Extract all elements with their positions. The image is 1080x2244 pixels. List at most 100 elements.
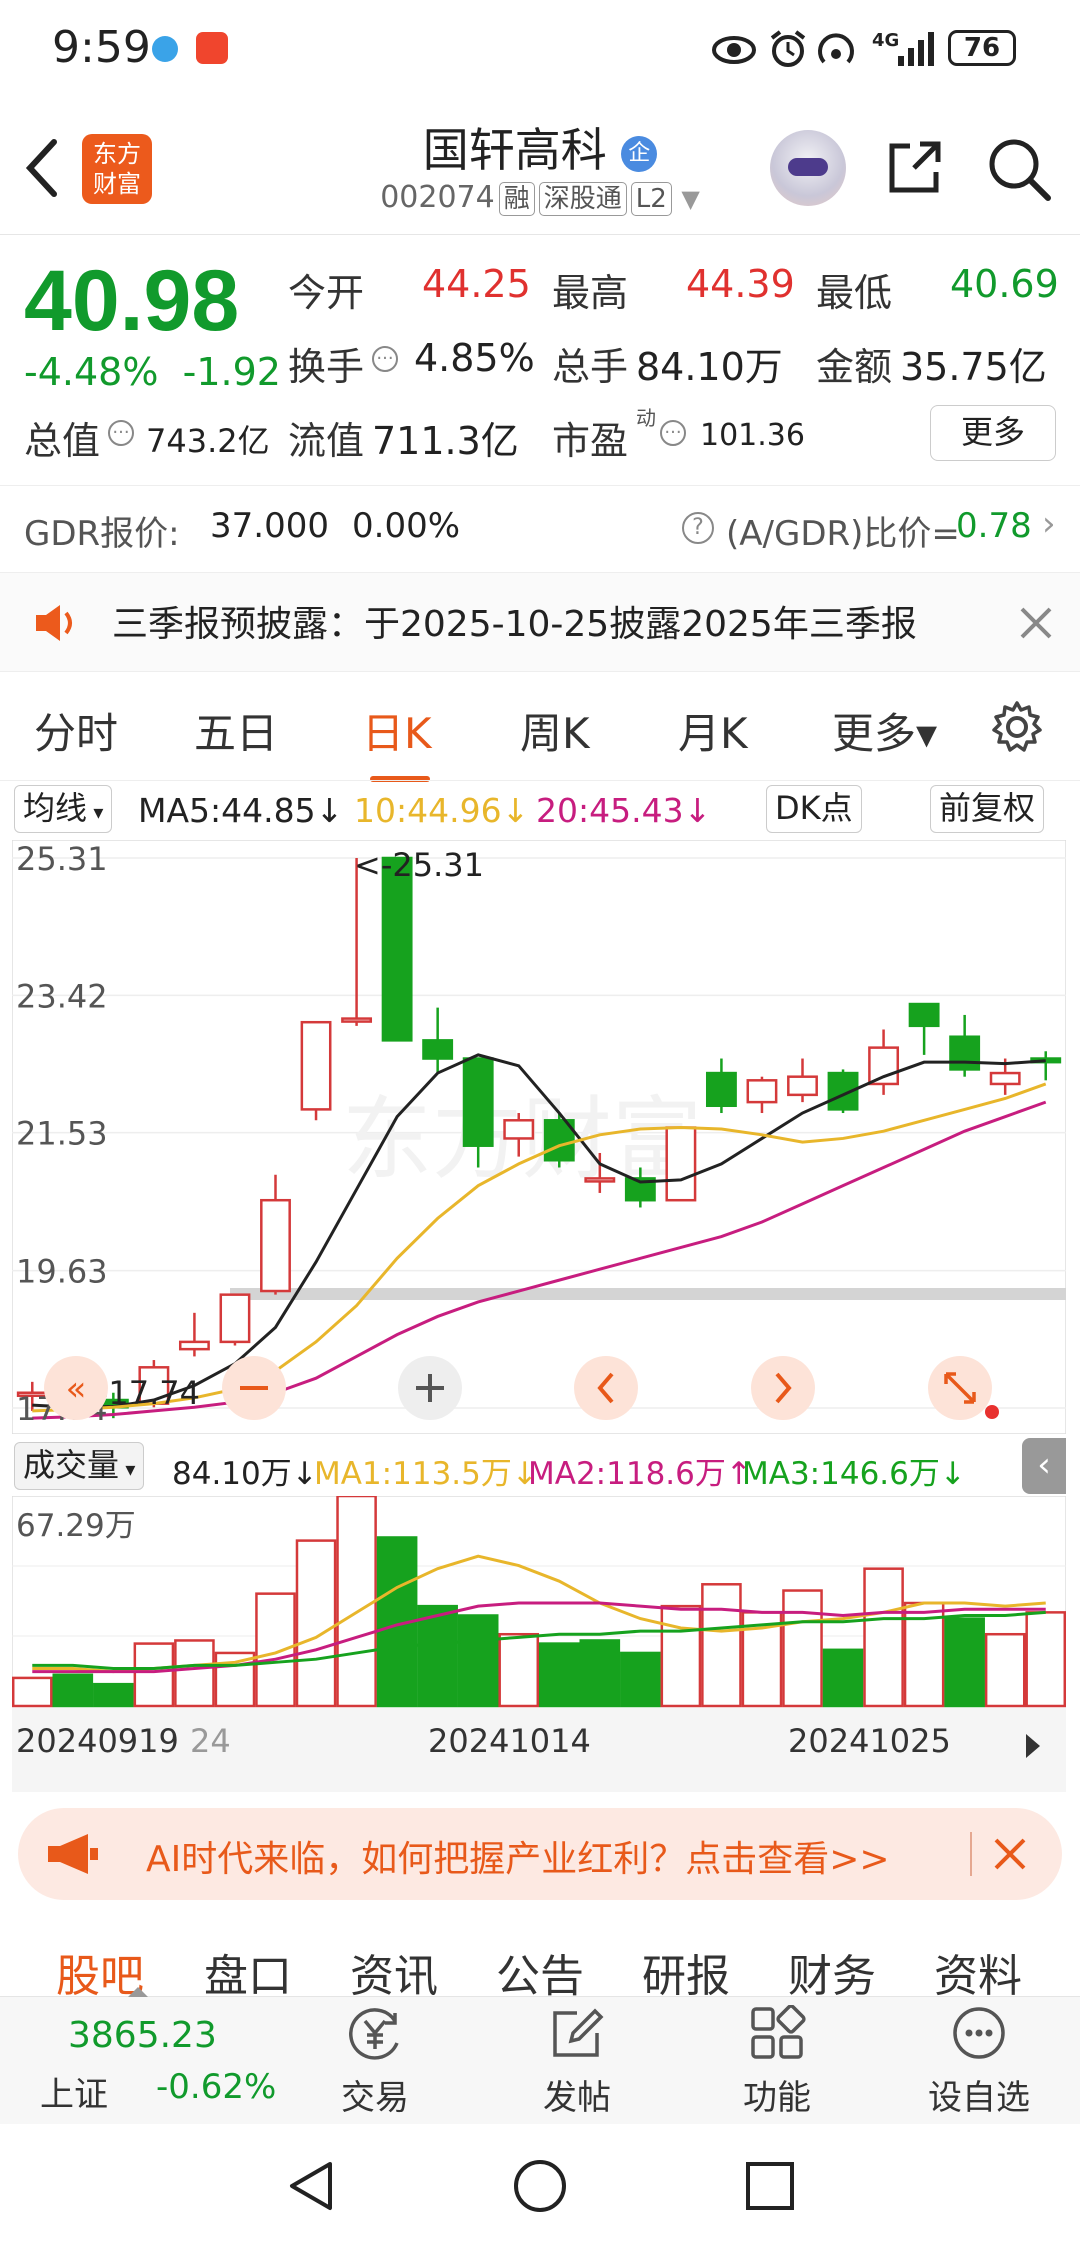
tab-monthly-k[interactable]: 月K — [678, 700, 748, 761]
tag-connect: 深股通 — [538, 182, 627, 216]
candle-body — [381, 856, 413, 1042]
volume-ma3: MA3:146.6万↓ — [742, 1456, 966, 1492]
date-label-4: 20241025 — [788, 1722, 951, 1760]
nav-home-icon[interactable] — [512, 2158, 568, 2214]
volume-bar — [52, 1673, 94, 1708]
change-percent: -4.48% — [24, 350, 159, 394]
help-icon[interactable]: ? — [682, 512, 714, 544]
volume-chart[interactable]: 67.29万 20240919 24 20241014 20241025 — [12, 1496, 1066, 1792]
compose-icon — [553, 2008, 604, 2057]
ad-text: AI时代来临，如何把握产业红利？点击查看>> — [146, 1839, 890, 1880]
float-cap-value: 711.3亿 — [372, 419, 519, 463]
volume-bar — [1025, 1611, 1066, 1708]
open-label: 今开 — [288, 271, 365, 315]
index-percent[interactable]: -0.62% — [156, 2067, 276, 2107]
close-icon[interactable] — [992, 1836, 1028, 1872]
volume-bar — [660, 1604, 702, 1708]
tag-margin: 融 — [498, 182, 535, 216]
tab-intraday[interactable]: 分时 — [34, 700, 118, 761]
tab-daily-k[interactable]: 日K — [362, 700, 432, 761]
functions-label: 功能 — [743, 2078, 811, 2118]
candle-body — [584, 1177, 616, 1183]
ai-assistant-icon[interactable] — [770, 130, 846, 206]
trade-button[interactable]: 交易 — [300, 2005, 450, 2119]
stock-code: 002074 — [380, 180, 495, 215]
tab-five-day[interactable]: 五日 — [194, 700, 278, 761]
share-icon[interactable] — [884, 136, 946, 198]
volume-bar — [93, 1682, 134, 1708]
change-amount: -1.92 — [182, 350, 281, 394]
candle — [543, 1113, 575, 1168]
tab-weekly-k[interactable]: 周K — [520, 700, 590, 761]
info-icon[interactable]: ··· — [372, 346, 398, 372]
scroll-left-button[interactable] — [574, 1356, 638, 1420]
post-label: 发帖 — [543, 2078, 611, 2118]
candlestick-chart[interactable]: 东方财富 25.3123.4221.5319.6317.74 <-25.31 <… — [12, 840, 1066, 1434]
zoom-in-button[interactable] — [398, 1356, 462, 1420]
functions-button[interactable]: 功能 — [702, 2004, 852, 2119]
volume-value: 84.10万 — [636, 345, 783, 389]
scroll-right-button[interactable] — [751, 1356, 815, 1420]
info-icon[interactable]: ··· — [108, 420, 134, 446]
close-icon[interactable] — [1018, 605, 1054, 641]
float-cap-label: 流值 — [288, 419, 365, 463]
volume-bar — [701, 1583, 742, 1708]
tab-profile[interactable]: 资料 — [934, 1940, 1022, 2004]
amount-value: 35.75亿 — [900, 345, 1047, 389]
price-tick-label: 21.53 — [16, 1115, 108, 1153]
tab-finance[interactable]: 财务 — [788, 1940, 876, 2004]
volume-legend-row: 成交量 ▾ 84.10万↓ MA1:113.5万↓ MA2:118.6万↑ MA… — [0, 1438, 1080, 1494]
ma10-value: 10:44.96↓ — [354, 791, 530, 830]
search-icon[interactable] — [986, 136, 1052, 202]
volume-bar — [457, 1614, 499, 1708]
nav-recents-icon[interactable] — [744, 2160, 796, 2212]
ad-banner[interactable]: AI时代来临，如何把握产业红利？点击查看>> — [18, 1808, 1062, 1900]
pe-value: 101.36 — [700, 418, 805, 453]
tab-more[interactable]: 更多▾ — [832, 700, 937, 761]
index-value[interactable]: 3865.23 — [68, 2015, 217, 2056]
market-cap-value: 743.2亿 — [146, 422, 270, 460]
add-watchlist-button[interactable]: 设自选 — [904, 2005, 1054, 2119]
settings-gear-icon[interactable] — [990, 700, 1044, 754]
candle — [665, 1126, 697, 1202]
nav-back-icon[interactable] — [286, 2158, 336, 2214]
volume-indicator-select[interactable]: 成交量 ▾ — [14, 1442, 145, 1490]
tab-handicap[interactable]: 盘口 — [204, 1940, 292, 2004]
stock-header: 东方 财富 国轩高科 企 002074 融深股通 L2 ▼ — [0, 100, 1080, 235]
panel-collapse-button[interactable]: ‹ — [1022, 1438, 1066, 1494]
candle-body — [341, 1017, 373, 1023]
more-dots-icon — [953, 2007, 1005, 2059]
app-notification-icon — [152, 36, 178, 62]
volume-bar — [944, 1617, 985, 1708]
index-name[interactable]: 上证 — [40, 2067, 108, 2116]
enterprise-badge: 企 — [621, 136, 658, 172]
gdr-row[interactable]: GDR报价: 37.000 0.00% ? (A/GDR)比价= 0.78 › — [0, 485, 1080, 565]
zoom-out-button[interactable] — [222, 1356, 286, 1420]
tab-research[interactable]: 研报 — [642, 1940, 730, 2004]
candle-body — [908, 1002, 940, 1028]
candle — [219, 1293, 251, 1346]
chevron-down-icon[interactable]: ▼ — [681, 185, 699, 213]
trade-yuan-icon — [349, 2008, 399, 2060]
more-button[interactable]: 更多 — [930, 405, 1056, 461]
indicator-select[interactable]: 均线 ▾ — [14, 785, 113, 833]
volume-label: 总手 — [552, 345, 629, 389]
low-value: 40.69 — [950, 262, 1059, 306]
info-icon[interactable]: ··· — [660, 420, 686, 446]
tab-announcements[interactable]: 公告 — [496, 1940, 584, 2004]
volume-bar — [336, 1496, 377, 1708]
indicator-select-label: 均线 — [23, 789, 88, 827]
candle-body — [260, 1198, 291, 1293]
adjust-mode-button[interactable]: 前复权 — [930, 785, 1045, 833]
eye-icon — [712, 36, 756, 64]
announcement-banner[interactable]: 三季报预披露：于2025-10-25披露2025年三季报 — [0, 572, 1080, 672]
chevron-right-icon: › — [1042, 504, 1056, 544]
candle-body — [178, 1340, 210, 1351]
scroll-left-fast-button[interactable]: « — [44, 1356, 108, 1420]
dk-point-button[interactable]: DK点 — [766, 785, 862, 833]
tab-news[interactable]: 资讯 — [350, 1940, 438, 2004]
volume-bar — [417, 1604, 458, 1708]
taobao-notification-icon — [196, 32, 228, 64]
post-button[interactable]: 发帖 — [502, 2005, 652, 2119]
gdr-price: 37.000 — [210, 506, 329, 546]
